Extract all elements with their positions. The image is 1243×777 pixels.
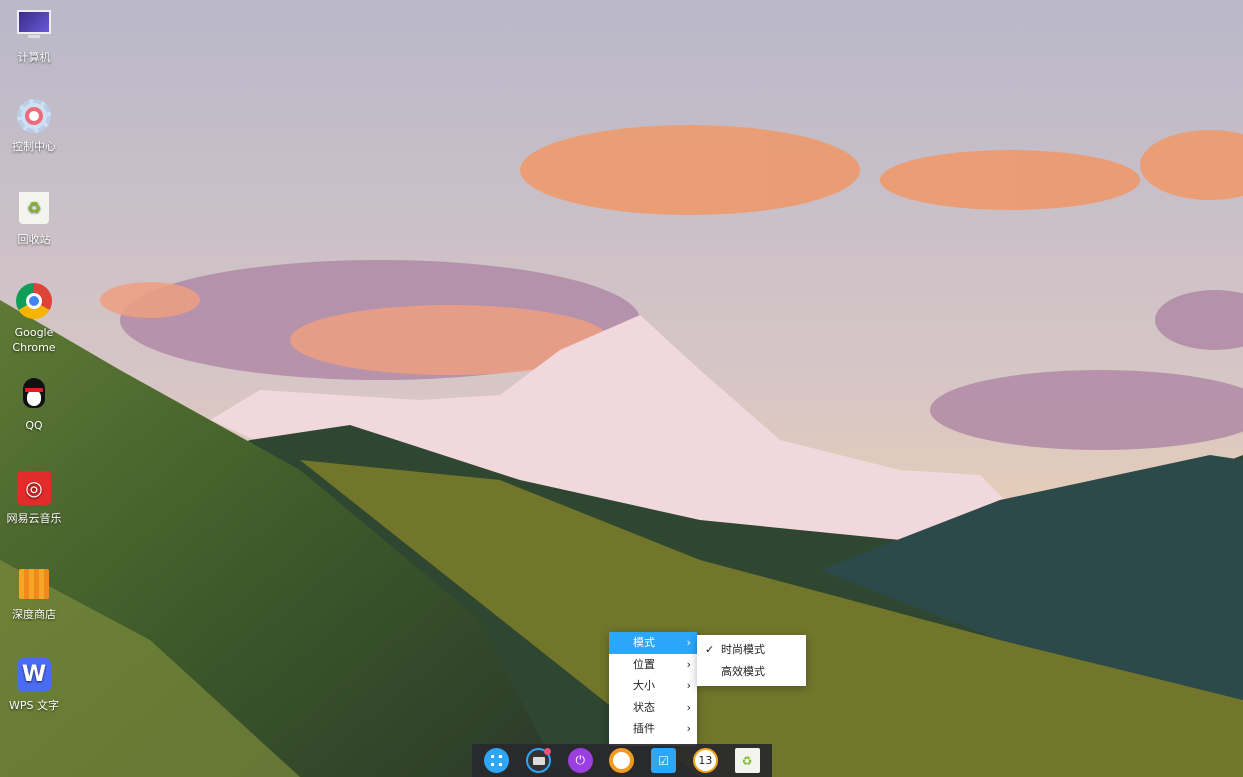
clock-icon[interactable]: 13 — [692, 748, 718, 773]
browser-icon[interactable] — [609, 748, 635, 773]
menu-item-label: 状态 — [633, 700, 655, 714]
menu-item-label: 位置 — [633, 657, 655, 671]
submenu-item-fashion-mode[interactable]: ✓ 时尚模式 — [697, 639, 806, 661]
desktop-icon-computer[interactable]: 计算机 — [0, 8, 68, 65]
menu-item-label: 高效模式 — [721, 664, 765, 678]
launcher-icon[interactable] — [484, 748, 510, 773]
keyboard-icon[interactable] — [526, 748, 552, 773]
menu-item-mode[interactable]: 模式 › — [609, 632, 697, 654]
netease-music-icon: ◎ — [15, 469, 53, 507]
menu-item-size[interactable]: 大小 › — [609, 675, 697, 697]
desktop-icon-deepin-store[interactable]: 深度商店 — [0, 565, 68, 622]
chevron-right-icon: › — [686, 636, 691, 649]
menu-item-position[interactable]: 位置 › — [609, 654, 697, 676]
clock-text: 13 — [698, 754, 713, 767]
menu-item-label: 时尚模式 — [721, 643, 765, 656]
trash-icon[interactable]: ♻ — [734, 748, 760, 773]
chevron-right-icon: › — [686, 722, 691, 736]
dock: ⏻ ☑ 13 ♻ — [472, 744, 772, 777]
wps-writer-icon: W — [15, 656, 53, 694]
desktop-icon-wps-writer[interactable]: W WPS 文字 — [0, 656, 68, 713]
chrome-icon — [15, 283, 53, 321]
computer-icon — [15, 8, 53, 46]
menu-item-plugins[interactable]: 插件 › — [609, 718, 697, 740]
qq-penguin-icon — [15, 376, 53, 414]
dock-context-menu: 模式 › 位置 › 大小 › 状态 › 插件 › — [609, 632, 697, 746]
desktop-icon-label: 网易云音乐 — [6, 512, 62, 525]
chevron-right-icon: › — [686, 700, 691, 714]
chevron-right-icon: › — [686, 657, 691, 671]
desktop-icon-chrome[interactable]: Google Chrome — [0, 283, 68, 355]
desktop-icon-label: QQ — [25, 419, 43, 432]
power-icon[interactable]: ⏻ — [567, 748, 593, 773]
store-bag-icon — [15, 565, 53, 603]
menu-item-label: 大小 — [633, 679, 655, 693]
checkmark-icon: ✓ — [705, 643, 715, 656]
trash-icon: ♻ — [15, 190, 53, 228]
desktop-icon-label: 控制中心 — [12, 140, 56, 153]
mode-submenu: ✓ 时尚模式 高效模式 — [697, 635, 806, 686]
menu-item-label: 模式 — [633, 636, 655, 649]
desktop-icon-label: 深度商店 — [12, 608, 56, 621]
screenshot-icon[interactable]: ☑ — [651, 748, 677, 773]
desktop-icon-label: WPS 文字 — [9, 699, 59, 712]
chevron-right-icon: › — [686, 679, 691, 693]
menu-item-label: 插件 — [633, 722, 655, 736]
desktop-icon-netease-music[interactable]: ◎ 网易云音乐 — [0, 469, 68, 526]
desktop-icon-label: 计算机 — [17, 51, 51, 64]
submenu-item-efficient-mode[interactable]: 高效模式 — [697, 661, 806, 683]
gear-icon — [15, 97, 53, 135]
menu-item-status[interactable]: 状态 › — [609, 697, 697, 719]
desktop-icon-trash[interactable]: ♻ 回收站 — [0, 190, 68, 247]
desktop-icon-label: 回收站 — [17, 233, 51, 246]
desktop-icon-control-center[interactable]: 控制中心 — [0, 97, 68, 154]
desktop-icon-label: Google Chrome — [12, 326, 56, 354]
desktop-icon-qq[interactable]: QQ — [0, 376, 68, 433]
